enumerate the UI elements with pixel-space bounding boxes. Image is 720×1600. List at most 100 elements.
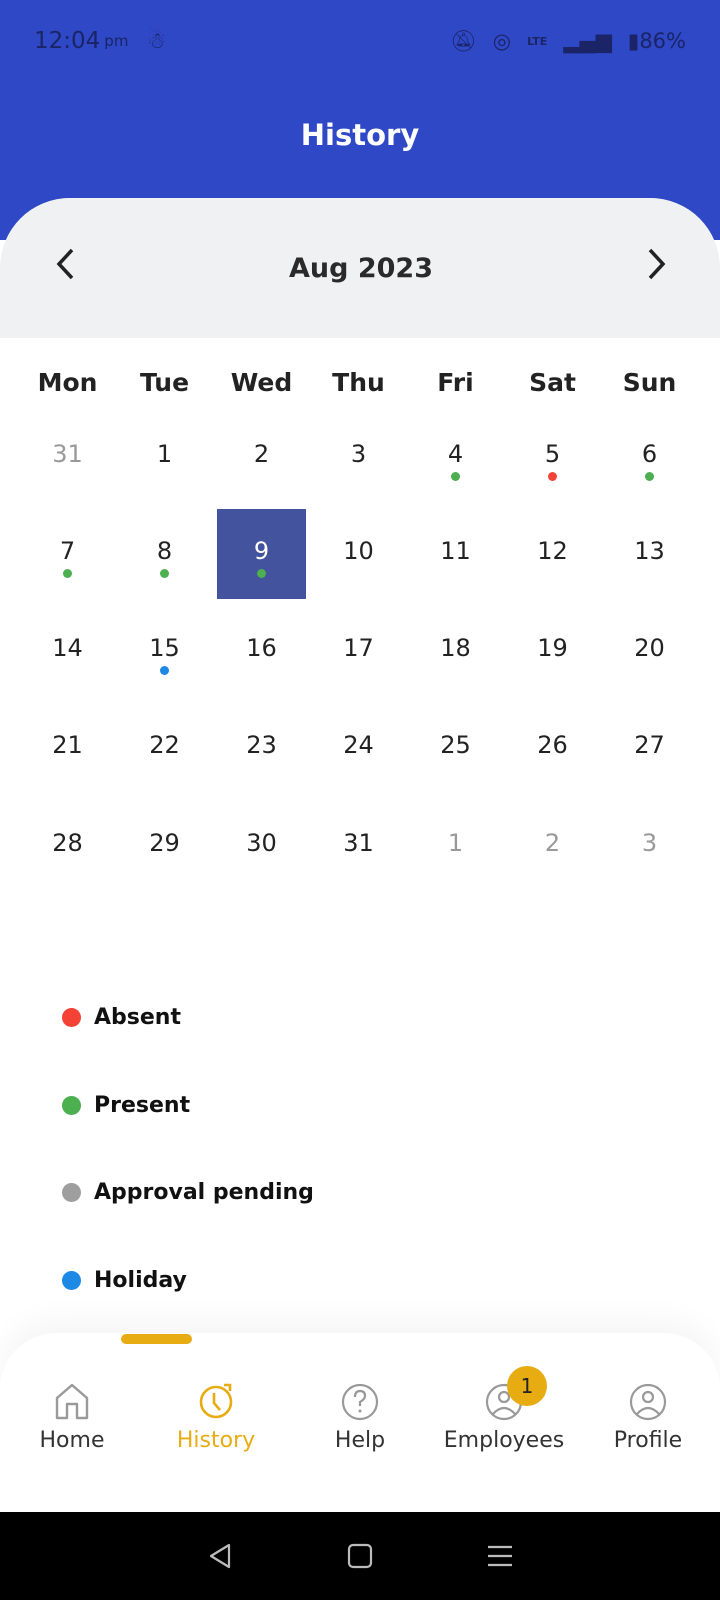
nav-employees[interactable]: Employees 1	[432, 1366, 576, 1453]
day-cell[interactable]: 15	[120, 606, 209, 696]
history-icon	[199, 1383, 233, 1419]
present-dot-icon	[62, 1096, 81, 1115]
day-cell[interactable]: 31	[314, 801, 403, 891]
day-cell[interactable]: 20	[605, 606, 694, 696]
day-number: 29	[149, 829, 180, 857]
day-cell[interactable]: 21	[23, 703, 112, 793]
day-number: 15	[149, 634, 180, 662]
legend-label: Present	[94, 1093, 191, 1118]
weekday-thu: Thu	[332, 368, 385, 397]
day-cell[interactable]: 5	[508, 412, 597, 502]
legend-item-holiday: Holiday	[62, 1268, 187, 1293]
day-cell[interactable]: 29	[120, 801, 209, 891]
day-number: 3	[641, 829, 658, 857]
day-number: 30	[246, 829, 277, 857]
day-number: 28	[52, 829, 83, 857]
nav-help[interactable]: Help	[288, 1382, 432, 1453]
day-number: 13	[634, 537, 665, 565]
day-number: 4	[447, 440, 464, 468]
back-icon[interactable]	[205, 1541, 235, 1571]
day-cell[interactable]: 14	[23, 606, 112, 696]
day-cell[interactable]: 3	[605, 801, 694, 891]
help-icon	[341, 1383, 379, 1421]
chevron-left-icon	[56, 248, 74, 279]
day-cell[interactable]: 24	[314, 703, 403, 793]
nav-history[interactable]: History	[144, 1382, 288, 1453]
day-number: 16	[246, 634, 277, 662]
legend-label: Approval pending	[94, 1180, 314, 1205]
status-ampm: pm	[104, 32, 129, 50]
day-cell[interactable]: 16	[217, 606, 306, 696]
prev-month-button[interactable]	[54, 247, 78, 290]
legend-item-absent: Absent	[62, 1005, 181, 1030]
nav-profile[interactable]: Profile	[576, 1382, 720, 1453]
day-cell[interactable]: 23	[217, 703, 306, 793]
day-cell[interactable]: 27	[605, 703, 694, 793]
chevron-right-icon	[648, 248, 666, 279]
status-time: 12:04	[34, 28, 101, 54]
day-cell[interactable]: 31	[23, 412, 112, 502]
day-number: 3	[350, 440, 367, 468]
weekday-sat: Sat	[529, 368, 576, 397]
present-dot	[645, 472, 654, 481]
battery-text: 86%	[639, 29, 686, 53]
mute-icon: 🔕︎	[450, 28, 477, 53]
weekday-tue: Tue	[139, 368, 190, 397]
day-cell[interactable]: 13	[605, 509, 694, 599]
day-cell[interactable]: 2	[508, 801, 597, 891]
day-cell[interactable]: 4	[411, 412, 500, 502]
system-nav-bar	[0, 1512, 720, 1600]
signal-icon: ▂▄▆	[563, 29, 612, 53]
day-cell[interactable]: 2	[217, 412, 306, 502]
nav-home[interactable]: Home	[0, 1382, 144, 1453]
menu-icon[interactable]	[485, 1541, 515, 1571]
day-number: 6	[641, 440, 658, 468]
legend-label: Absent	[94, 1005, 181, 1030]
day-number: 22	[149, 731, 180, 759]
nav-label: Home	[39, 1428, 105, 1453]
day-cell[interactable]: 25	[411, 703, 500, 793]
day-cell[interactable]: 22	[120, 703, 209, 793]
battery-level: ▮86%	[627, 29, 686, 53]
status-bar: 12:04 pm ☃ 🔕︎ ◎ LTE ▂▄▆ ▮86%	[34, 26, 686, 56]
present-dot	[63, 569, 72, 578]
day-number: 8	[156, 537, 173, 565]
notification-icon: ☃	[146, 28, 167, 54]
day-number: 2	[253, 440, 270, 468]
notification-badge: 1	[507, 1366, 547, 1406]
day-cell[interactable]: 6	[605, 412, 694, 502]
day-cell[interactable]: 30	[217, 801, 306, 891]
day-cell[interactable]: 1	[411, 801, 500, 891]
nav-label: Help	[334, 1428, 386, 1453]
home-square-icon[interactable]	[345, 1541, 375, 1571]
day-cell[interactable]: 17	[314, 606, 403, 696]
day-number: 24	[343, 731, 374, 759]
absent-dot-icon	[62, 1008, 81, 1027]
present-dot	[257, 569, 266, 578]
day-cell[interactable]: 28	[23, 801, 112, 891]
day-number: 1	[447, 829, 464, 857]
day-cell[interactable]: 19	[508, 606, 597, 696]
calendar-card: Aug 2023 Mon Tue Wed Thu Fri Sat Sun 31 1 2 3 4 5 6 7 8…	[0, 198, 720, 1338]
selected-day[interactable]: 9	[217, 509, 306, 599]
present-dot	[160, 569, 169, 578]
day-number: 18	[440, 634, 471, 662]
day-number: 7	[59, 537, 76, 565]
day-cell[interactable]: 12	[508, 509, 597, 599]
day-cell[interactable]: 1	[120, 412, 209, 502]
day-number: 17	[343, 634, 374, 662]
month-navigator: Aug 2023	[0, 198, 720, 338]
day-cell[interactable]: 11	[411, 509, 500, 599]
day-cell[interactable]: 26	[508, 703, 597, 793]
day-number: 2	[544, 829, 561, 857]
weekday-wed: Wed	[230, 368, 293, 397]
day-number: 31	[52, 440, 83, 468]
day-number: 31	[343, 829, 374, 857]
day-cell[interactable]: 18	[411, 606, 500, 696]
day-cell[interactable]: 8	[120, 509, 209, 599]
day-cell[interactable]: 10	[314, 509, 403, 599]
next-month-button[interactable]	[644, 247, 668, 290]
day-cell[interactable]: 7	[23, 509, 112, 599]
month-label: Aug 2023	[289, 252, 433, 284]
day-cell[interactable]: 3	[314, 412, 403, 502]
